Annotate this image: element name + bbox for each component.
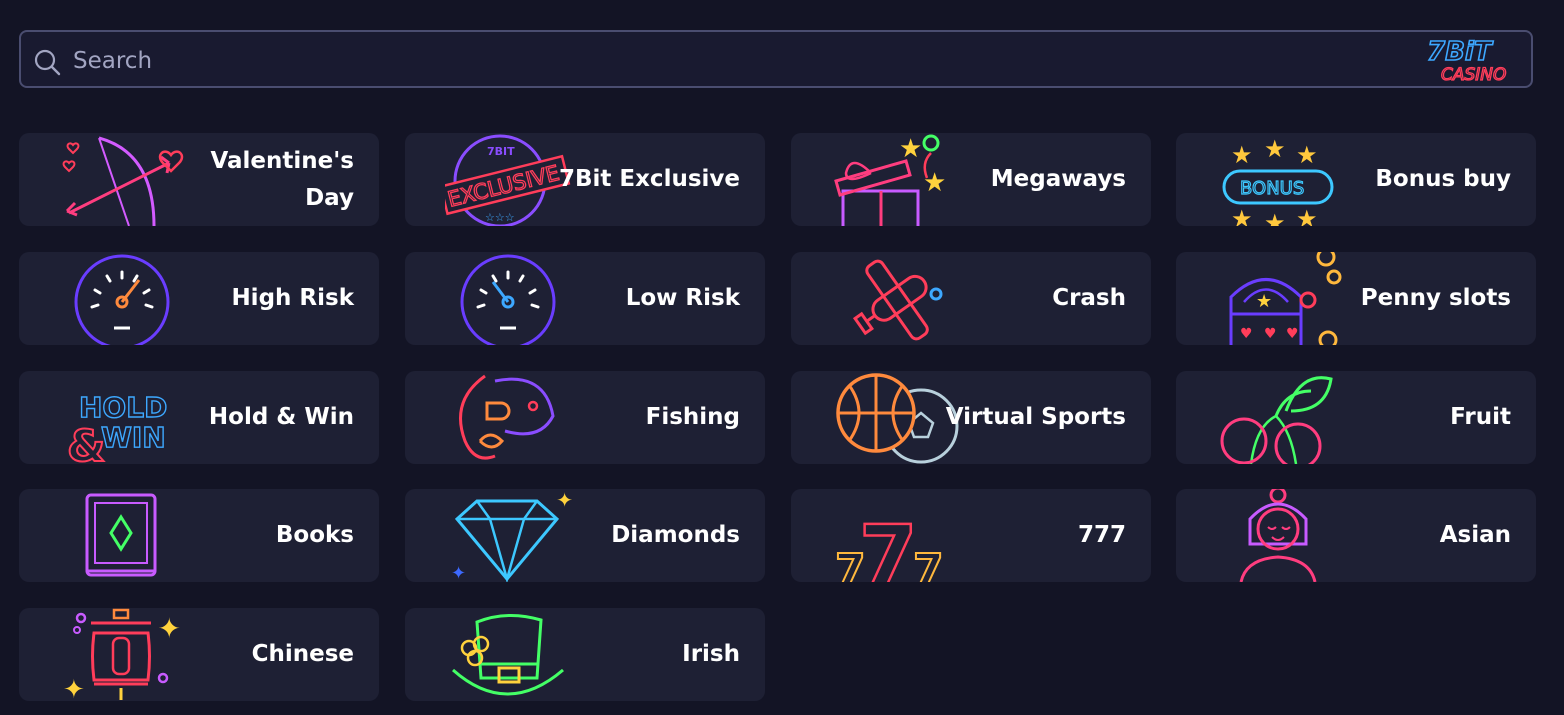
category-label: Asian xyxy=(1439,522,1511,548)
svg-text:7BIT: 7BIT xyxy=(487,145,515,158)
svg-text:✦: ✦ xyxy=(451,563,466,582)
category-label: Chinese xyxy=(251,641,354,667)
category-penny-slots[interactable]: ★ ♥ ♥ ♥ Penny slots xyxy=(1176,252,1536,345)
category-label: Books xyxy=(275,522,354,548)
search-input[interactable] xyxy=(71,40,1415,82)
category-label: Virtual Sports xyxy=(945,404,1126,430)
category-label: Irish xyxy=(682,641,740,667)
category-megaways[interactable]: ★ ★ Megaways xyxy=(791,133,1151,226)
category-label: Valentine's Day xyxy=(210,147,354,211)
svg-text:★: ★ xyxy=(1231,205,1253,226)
category-label: Fruit xyxy=(1450,404,1511,430)
category-label: Crash xyxy=(1052,285,1126,311)
svg-text:✦: ✦ xyxy=(63,675,85,701)
svg-text:♥: ♥ xyxy=(1286,326,1299,342)
category-diamonds[interactable]: ✦ ✦ Diamonds xyxy=(405,489,765,582)
category-label: Penny slots xyxy=(1360,285,1511,311)
logo-line2: CASINO xyxy=(1441,65,1506,85)
svg-text:★: ★ xyxy=(1231,141,1253,169)
category-valentines-day[interactable]: Valentine's Day xyxy=(19,133,379,226)
svg-text:☆☆☆: ☆☆☆ xyxy=(485,211,515,224)
search-icon xyxy=(34,49,61,76)
svg-text:BONUS: BONUS xyxy=(1240,178,1304,199)
category-books[interactable]: Books xyxy=(19,489,379,582)
category-label: Fishing xyxy=(645,404,740,430)
category-label: High Risk xyxy=(231,285,354,311)
category-label: Bonus buy xyxy=(1375,166,1511,192)
svg-text:♥: ♥ xyxy=(1264,326,1277,342)
category-chinese[interactable]: ✦ ✦ Chinese xyxy=(19,608,379,701)
svg-text:♥: ♥ xyxy=(1240,326,1253,342)
svg-text:&: & xyxy=(67,421,105,464)
category-bonus-buy[interactable]: ★ ★ ★ BONUS ★ ★ ★ Bonus buy xyxy=(1176,133,1536,226)
category-label: Low Risk xyxy=(625,285,740,311)
category-label: Diamonds xyxy=(611,522,740,548)
category-low-risk[interactable]: Low Risk xyxy=(405,252,765,345)
category-label: Megaways xyxy=(990,166,1126,192)
category-hold-and-win[interactable]: HOLD WIN & Hold & Win xyxy=(19,371,379,464)
svg-text:7: 7 xyxy=(859,507,917,582)
svg-text:★: ★ xyxy=(899,134,922,164)
svg-text:★: ★ xyxy=(1264,209,1286,226)
search-bar[interactable]: 7BiT CASINO xyxy=(19,30,1533,88)
category-fruit[interactable]: Fruit xyxy=(1176,371,1536,464)
category-fishing[interactable]: Fishing xyxy=(405,371,765,464)
category-virtual-sports[interactable]: Virtual Sports xyxy=(791,371,1151,464)
category-7bit-exclusive[interactable]: 7BIT EXCLUSIVE ☆☆☆ 7Bit Exclusive xyxy=(405,133,765,226)
logo-line1: 7BiT xyxy=(1427,37,1494,67)
category-777[interactable]: 7 7 7 777 xyxy=(791,489,1151,582)
category-asian[interactable]: Asian xyxy=(1176,489,1536,582)
category-irish[interactable]: Irish xyxy=(405,608,765,701)
svg-text:★: ★ xyxy=(1256,291,1272,312)
7bit-casino-logo: 7BiT CASINO xyxy=(1426,36,1507,85)
category-high-risk[interactable]: High Risk xyxy=(19,252,379,345)
category-crash[interactable]: Crash xyxy=(791,252,1151,345)
category-label: 777 xyxy=(1077,522,1126,548)
svg-text:★: ★ xyxy=(1264,135,1286,163)
category-label: 7Bit Exclusive xyxy=(558,166,740,192)
category-label: Hold & Win xyxy=(208,404,354,430)
